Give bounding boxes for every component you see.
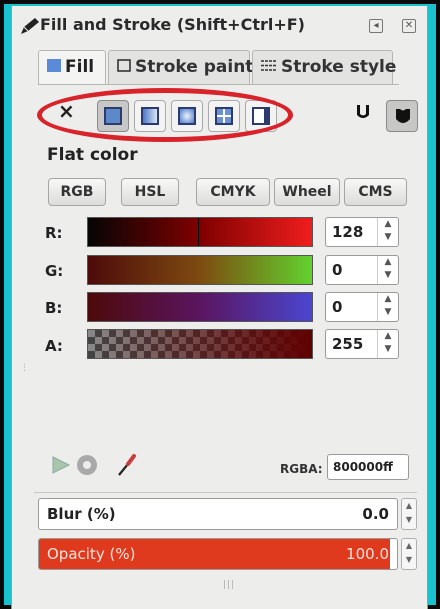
channel-b-value: 0 xyxy=(332,298,343,316)
channel-a-value: 255 xyxy=(332,335,364,353)
pin-icon[interactable]: ◂ xyxy=(369,19,383,33)
channel-g-label: G: xyxy=(45,262,64,280)
eyedropper-icon[interactable] xyxy=(116,452,138,478)
mode-wheel-button[interactable]: Wheel xyxy=(274,178,340,206)
opacity-value: 100.0 xyxy=(346,545,389,563)
tab-stroke-style-label: Stroke style xyxy=(281,57,397,77)
rgba-label: RGBA: xyxy=(280,462,323,476)
mode-hsl-button[interactable]: HSL xyxy=(121,178,179,206)
channel-b-spin[interactable]: 0 ▲ ▼ xyxy=(325,292,399,322)
channel-b-slider[interactable] xyxy=(87,292,313,322)
blur-field[interactable]: Blur (%) 0.0 xyxy=(38,498,398,530)
resize-grip-icon[interactable]: ⋮ xyxy=(20,363,29,373)
channel-g-value: 0 xyxy=(332,261,343,279)
close-icon[interactable]: ✕ xyxy=(402,19,416,33)
section-title: Flat color xyxy=(47,145,138,165)
channel-g-slider[interactable] xyxy=(87,255,313,285)
spin-arrows-icon[interactable]: ▲ ▼ xyxy=(377,256,398,284)
stroke-lines-icon xyxy=(261,60,277,71)
tab-stroke-style[interactable]: Stroke style xyxy=(252,50,397,84)
dock-grip-icon[interactable]: ||| xyxy=(223,580,235,590)
channel-r-value: 128 xyxy=(332,223,364,241)
mode-cms-button[interactable]: CMS xyxy=(344,178,407,206)
fill-stroke-dialog: Fill and Stroke (Shift+Ctrl+F) ◂ ✕ Fill … xyxy=(11,6,428,609)
dialog-titlebar[interactable]: Fill and Stroke (Shift+Ctrl+F) ◂ ✕ xyxy=(12,6,429,44)
tab-stroke-paint[interactable]: Stroke paint xyxy=(108,50,254,84)
nonzero-button[interactable] xyxy=(386,100,418,132)
spin-arrows-icon[interactable]: ▲ ▼ xyxy=(377,218,398,246)
highlight-ellipse xyxy=(37,88,293,142)
channel-a-slider[interactable] xyxy=(87,329,313,359)
dialog-title: Fill and Stroke (Shift+Ctrl+F) xyxy=(40,15,305,34)
tab-fill-label: Fill xyxy=(65,57,95,77)
opacity-spin-arrows-icon[interactable]: ▲ ▼ xyxy=(401,538,417,570)
pen-icon xyxy=(21,18,39,34)
separator xyxy=(34,492,417,493)
spin-arrows-icon[interactable]: ▲ ▼ xyxy=(377,330,398,358)
opacity-field[interactable]: Opacity (%) 100.0 xyxy=(38,538,398,570)
mode-cmyk-button[interactable]: CMYK xyxy=(196,178,270,206)
spin-arrows-icon[interactable]: ▲ ▼ xyxy=(377,293,398,321)
color-managed-icon[interactable] xyxy=(51,454,71,476)
channel-r-label: R: xyxy=(45,224,63,242)
rgba-input[interactable]: 800000ff xyxy=(327,454,409,480)
fill-square-icon xyxy=(47,59,61,72)
channel-a-spin[interactable]: 255 ▲ ▼ xyxy=(325,329,399,359)
out-of-gamut-icon[interactable] xyxy=(76,454,98,476)
tab-stroke-paint-label: Stroke paint xyxy=(135,57,254,77)
channel-r-marker[interactable] xyxy=(198,218,199,246)
tab-fill[interactable]: Fill xyxy=(38,50,106,84)
nonzero-icon xyxy=(396,109,410,123)
opacity-label: Opacity (%) xyxy=(47,545,136,563)
evenodd-icon[interactable] xyxy=(355,103,371,121)
channel-b-label: B: xyxy=(45,299,63,317)
channel-r-slider[interactable] xyxy=(87,217,313,247)
channel-g-spin[interactable]: 0 ▲ ▼ xyxy=(325,255,399,285)
channel-r-spin[interactable]: 128 ▲ ▼ xyxy=(325,217,399,247)
blur-spin-arrows-icon[interactable]: ▲ ▼ xyxy=(401,498,417,530)
channel-a-label: A: xyxy=(45,337,63,355)
blur-value: 0.0 xyxy=(362,505,389,523)
blur-label: Blur (%) xyxy=(47,505,116,523)
mode-rgb-button[interactable]: RGB xyxy=(48,178,106,206)
stroke-square-icon xyxy=(117,59,131,72)
